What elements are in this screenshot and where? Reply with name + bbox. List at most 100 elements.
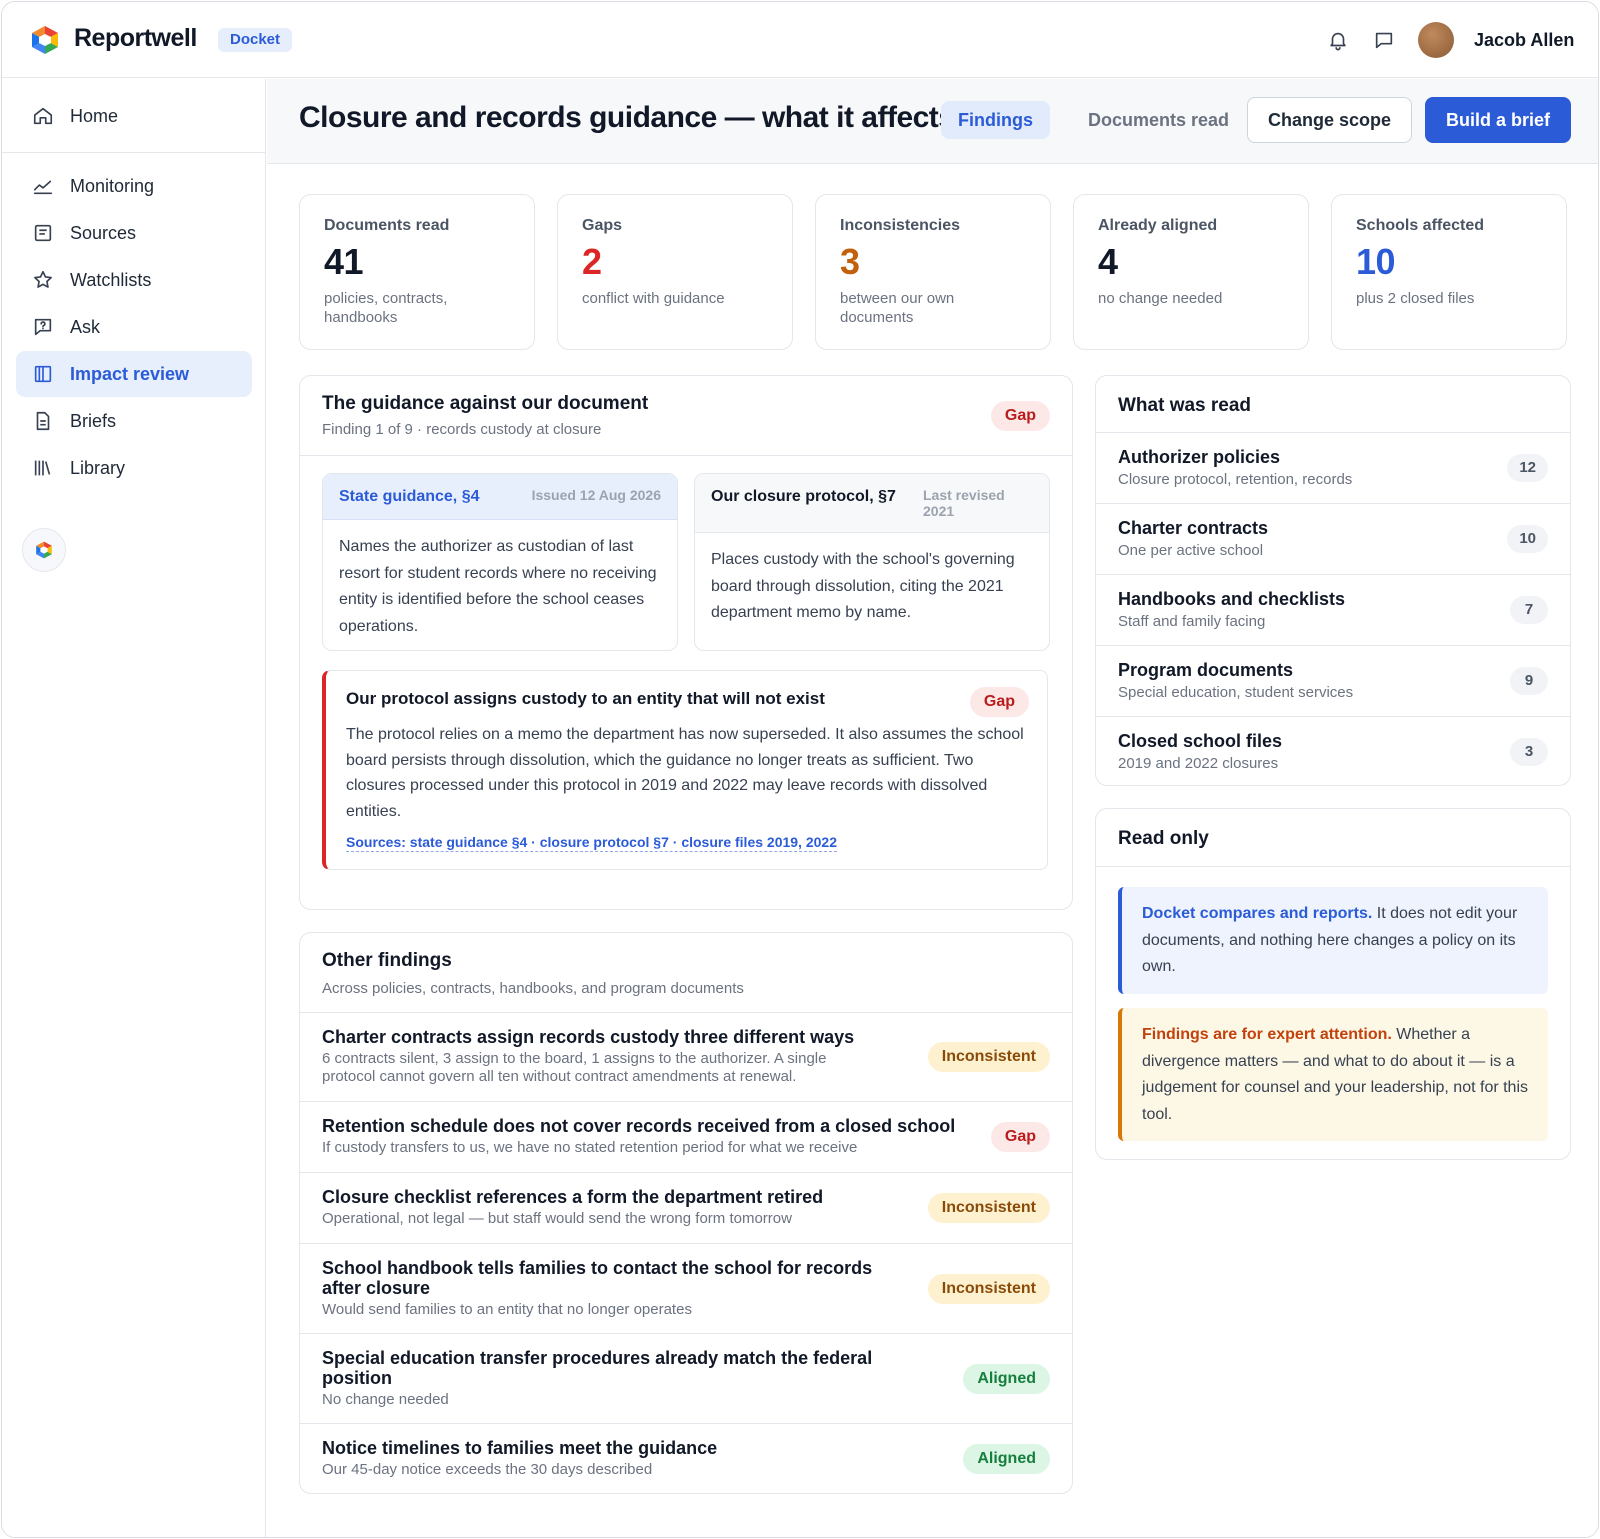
list-item-sub: Special education, student services: [1118, 684, 1354, 701]
sidebar-item-impact-review[interactable]: Impact review: [16, 351, 252, 397]
list-item[interactable]: Program documents Special education, stu…: [1096, 645, 1570, 716]
stat-label: Schools affected: [1356, 217, 1485, 234]
list-item[interactable]: Closed school files 2019 and 2022 closur…: [1096, 716, 1570, 785]
assistant-logo-icon: [36, 541, 52, 559]
stat-value: 10: [1356, 241, 1396, 282]
star-icon: [32, 269, 54, 291]
chat-question-icon: [32, 316, 54, 338]
sidebar-item-monitoring[interactable]: Monitoring: [16, 163, 252, 209]
finding-row-sub: Our 45-day notice exceeds the 30 days de…: [322, 1461, 653, 1478]
sidebar-item-library[interactable]: Library: [16, 445, 252, 491]
list-item-title: Charter contracts: [1118, 518, 1269, 538]
sidebar-item-label: Ask: [70, 316, 101, 337]
sidebar-item-watchlists[interactable]: Watchlists: [16, 257, 252, 303]
finding-sources-link[interactable]: Sources: state guidance §4 · closure pro…: [346, 834, 837, 852]
stat-documents-read: Documents read 41 policies, contracts, h…: [299, 194, 535, 350]
stat-schools-affected: Schools affected 10 plus 2 closed files: [1331, 194, 1567, 350]
guidance-panel: State guidance, §4 Issued 12 Aug 2026 Na…: [322, 473, 678, 651]
product-badge: Docket: [218, 28, 293, 52]
sidebar: Home Monitoring Sources Watchlists Ask I…: [2, 79, 266, 1537]
books-icon: [32, 457, 54, 479]
finding-row[interactable]: Closure checklist references a form the …: [300, 1172, 1072, 1243]
notifications-bell-icon[interactable]: [1324, 26, 1352, 54]
main-content: Closure and records guidance — what it a…: [267, 79, 1598, 1537]
messages-icon[interactable]: [1370, 26, 1398, 54]
status-badge: Inconsistent: [927, 1042, 1050, 1072]
finding-row-sub: Would send families to an entity that no…: [322, 1301, 692, 1318]
comparison-card: The guidance against our document Findin…: [299, 375, 1073, 910]
finding-row-sub: Operational, not legal — but staff would…: [322, 1210, 792, 1227]
finding-row[interactable]: Special education transfer procedures al…: [300, 1333, 1072, 1423]
stat-sub: plus 2 closed files: [1356, 290, 1475, 307]
file-icon: [32, 410, 54, 432]
stat-value: 3: [840, 241, 860, 282]
sidebar-item-sources[interactable]: Sources: [16, 210, 252, 256]
sidebar-item-label: Watchlists: [70, 269, 152, 290]
count-badge: 9: [1510, 667, 1548, 695]
our-document-meta: Last revised 2021: [923, 487, 1005, 519]
finding-row[interactable]: Retention schedule does not cover record…: [300, 1101, 1072, 1172]
finding-title: Our protocol assigns custody to an entit…: [346, 689, 825, 708]
finding-row-title: Closure checklist references a form the …: [322, 1187, 824, 1207]
read-only-title: Read only: [1118, 828, 1209, 849]
finding-callout: Our protocol assigns custody to an entit…: [322, 670, 1048, 870]
finding-row-sub: No change needed: [322, 1391, 449, 1408]
sidebar-item-home[interactable]: Home: [16, 93, 252, 139]
status-badge: Gap: [990, 1122, 1050, 1152]
status-badge: Inconsistent: [927, 1193, 1050, 1223]
stat-label: Already aligned: [1098, 217, 1218, 234]
stat-label: Inconsistencies: [840, 217, 961, 234]
stat-value: 2: [582, 241, 602, 282]
sidebar-item-label: Library: [70, 457, 126, 478]
build-brief-button[interactable]: Build a brief: [1425, 97, 1572, 143]
other-findings-title: Other findings: [322, 950, 452, 971]
finding-row-title: Special education transfer procedures al…: [322, 1348, 873, 1388]
sidebar-item-ask[interactable]: Ask: [16, 304, 252, 350]
stat-value: 4: [1098, 241, 1118, 282]
tab-documents-read[interactable]: Documents read: [1071, 101, 1246, 139]
tab-findings[interactable]: Findings: [941, 101, 1050, 139]
home-icon: [32, 105, 54, 127]
top-bar: Reportwell Docket Jacob Allen: [2, 2, 1598, 78]
stat-inconsistencies: Inconsistencies 3 between our own docume…: [815, 194, 1051, 350]
comparison-title: The guidance against our document: [322, 393, 649, 414]
assistant-button[interactable]: [22, 528, 66, 572]
brand-name: Reportwell: [74, 24, 197, 52]
list-item-title: Handbooks and checklists: [1118, 589, 1346, 609]
divider: [300, 455, 1072, 456]
status-badge: Aligned: [963, 1364, 1050, 1394]
finding-row-sub: If custody transfers to us, we have no s…: [322, 1139, 858, 1156]
stat-sub: conflict with guidance: [582, 290, 725, 307]
list-item-title: Program documents: [1118, 660, 1294, 680]
other-findings-subtitle: Across policies, contracts, handbooks, a…: [322, 980, 744, 997]
sidebar-item-briefs[interactable]: Briefs: [16, 398, 252, 444]
stat-sub: between our own documents: [840, 290, 955, 326]
finding-row-title: Charter contracts assign records custody…: [322, 1027, 855, 1047]
sidebar-divider: [2, 152, 266, 153]
finding-row[interactable]: Notice timelines to families meet the gu…: [300, 1423, 1072, 1493]
list-item[interactable]: Handbooks and checklists Staff and famil…: [1096, 574, 1570, 645]
sidebar-item-label: Briefs: [70, 410, 117, 431]
status-badge: Gap: [990, 401, 1050, 431]
list-item-sub: Closure protocol, retention, records: [1118, 471, 1353, 488]
page-header: Closure and records guidance — what it a…: [267, 79, 1598, 164]
sidebar-item-label: Monitoring: [70, 175, 155, 196]
finding-row[interactable]: Charter contracts assign records custody…: [300, 1012, 1072, 1101]
finding-row-sub: 6 contracts silent, 3 assign to the boar…: [322, 1050, 827, 1085]
change-scope-button[interactable]: Change scope: [1247, 97, 1413, 143]
sidebar-item-label: Home: [70, 105, 119, 126]
list-item[interactable]: Charter contracts One per active school …: [1096, 503, 1570, 574]
guidance-body: Names the authorizer as custodian of las…: [339, 538, 657, 635]
sidebar-item-label: Impact review: [70, 363, 190, 384]
stat-label: Documents read: [324, 217, 450, 234]
finding-row[interactable]: School handbook tells families to contac…: [300, 1243, 1072, 1333]
expert-attention-note: Findings are for expert attention. Wheth…: [1118, 1008, 1548, 1141]
count-badge: 7: [1510, 596, 1548, 624]
our-document-header: Our closure protocol, §7 Last revised 20…: [695, 474, 1049, 533]
stat-sub: policies, contracts, handbooks: [324, 290, 448, 326]
user-name[interactable]: Jacob Allen: [1474, 30, 1574, 51]
page-title: Closure and records guidance — what it a…: [299, 101, 955, 134]
our-document-body: Places custody with the school's governi…: [711, 551, 1015, 621]
user-avatar[interactable]: [1418, 22, 1454, 58]
list-item[interactable]: Authorizer policies Closure protocol, re…: [1096, 432, 1570, 503]
